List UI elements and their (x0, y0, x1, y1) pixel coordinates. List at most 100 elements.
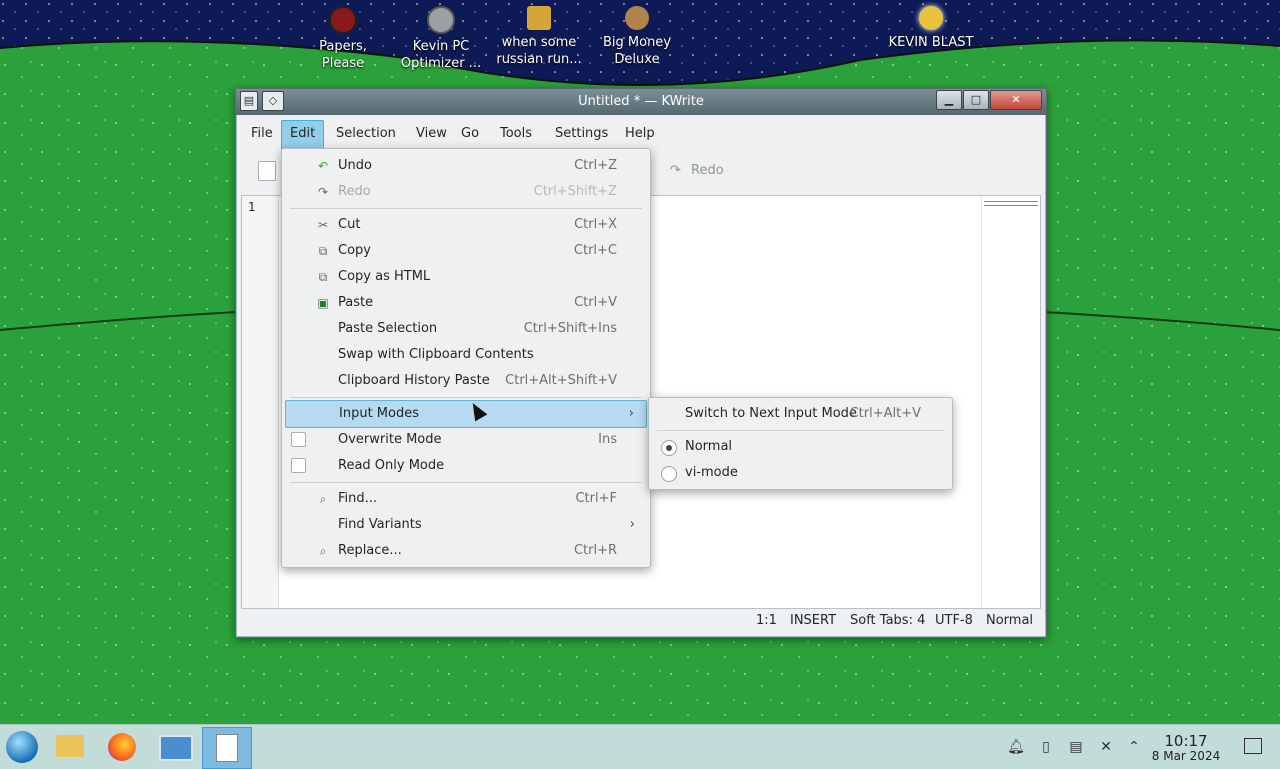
taskbar: 🔔︎ ▯ ▤ ✕ ⌃ 10:17 8 Mar 2024 (0, 724, 1280, 769)
menu-item-label: Normal (685, 439, 733, 454)
notifications-icon[interactable]: 🔔︎ (1006, 737, 1026, 757)
menu-item-shortcut: Ins (598, 432, 617, 447)
taskbar-system-settings[interactable] (150, 727, 198, 767)
desktop-icon-big-money-deluxe[interactable]: Big Money Deluxe (591, 6, 683, 68)
redo-toolbar-label: Redo (691, 163, 724, 178)
menu-settings[interactable]: Settings (547, 120, 616, 148)
start-button[interactable] (0, 727, 48, 767)
menu-item-replace[interactable]: ⌕ Replace... Ctrl+R (285, 538, 647, 564)
menu-item-label: Paste (338, 295, 374, 310)
menu-item-redo[interactable]: ↷ Redo Ctrl+Shift+Z (285, 179, 647, 205)
taskbar-firefox[interactable] (98, 727, 146, 767)
menu-separator (657, 430, 944, 431)
menu-edit[interactable]: Edit (281, 120, 325, 150)
menu-item-undo[interactable]: ↶ Undo Ctrl+Z (285, 153, 647, 179)
vi-mode-radio[interactable] (661, 466, 677, 482)
input-mode-status[interactable]: Normal (986, 613, 1033, 628)
menu-item-find[interactable]: ⌕ Find... Ctrl+F (285, 486, 647, 512)
chevron-right-icon: › (628, 406, 634, 421)
menu-view[interactable]: View (408, 120, 455, 148)
indentation-setting[interactable]: Soft Tabs: 4 (850, 613, 925, 628)
menu-item-overwrite-mode[interactable]: Overwrite Mode Ins (285, 427, 647, 453)
menu-separator (290, 208, 642, 209)
minimap-scrollbar[interactable] (981, 196, 1040, 608)
menu-item-paste-selection[interactable]: Paste Selection Ctrl+Shift+Ins (285, 316, 647, 342)
menu-item-read-only-mode[interactable]: Read Only Mode (285, 453, 647, 479)
menu-go[interactable]: Go (453, 120, 487, 148)
menu-item-copy-as-html[interactable]: ⧉ Copy as HTML (285, 264, 647, 290)
tray-expand-icon[interactable]: ⌃ (1124, 737, 1144, 757)
menu-item-vi-mode[interactable]: vi-mode (652, 460, 949, 486)
menu-item-shortcut: Ctrl+X (574, 217, 617, 232)
menu-item-label: Swap with Clipboard Contents (338, 347, 534, 362)
system-settings-icon (159, 735, 193, 761)
file-manager-icon (56, 735, 84, 757)
normal-mode-radio[interactable] (661, 440, 677, 456)
new-document-icon[interactable] (258, 161, 276, 181)
menu-item-label: vi-mode (685, 465, 738, 480)
show-desktop-button[interactable] (1244, 738, 1262, 754)
cut-icon: ✂ (317, 218, 329, 232)
desktop-icon-kevin-pc-optimizer[interactable]: Kevin PC Optimizer ... (395, 6, 487, 72)
menu-help[interactable]: Help (617, 120, 663, 148)
desktop-icon-kevin-blast[interactable]: KEVIN BLAST (885, 6, 977, 51)
menu-item-label: Undo (338, 158, 372, 173)
menu-item-input-modes[interactable]: Input Modes › (285, 400, 647, 428)
title-bar[interactable]: ▤ ◇ Untitled * — KWrite ▁ □ ✕ (236, 89, 1046, 115)
cursor-position[interactable]: 1:1 (756, 613, 777, 628)
menu-item-label: Replace... (338, 543, 402, 558)
undo-icon: ↶ (317, 159, 329, 173)
clipboard-icon[interactable]: ▤ (1066, 737, 1086, 757)
redo-toolbar-button[interactable]: ↷ Redo (670, 163, 724, 178)
menu-item-label: Find Variants (338, 517, 422, 532)
maximize-button[interactable]: □ (963, 90, 989, 110)
volume-muted-icon[interactable]: ✕ (1096, 737, 1116, 757)
firefox-icon (108, 733, 136, 761)
menu-item-copy[interactable]: ⧉ Copy Ctrl+C (285, 238, 647, 264)
menu-item-label: Input Modes (339, 406, 419, 421)
menu-file[interactable]: File (243, 120, 281, 148)
menu-item-shortcut: Ctrl+R (573, 543, 617, 558)
overwrite-mode-checkbox[interactable] (291, 432, 306, 447)
menu-separator (290, 482, 642, 483)
menu-item-label: Copy (338, 243, 371, 258)
menu-item-label: Overwrite Mode (338, 432, 442, 447)
clock[interactable]: 10:17 8 Mar 2024 (1150, 733, 1222, 763)
menu-item-paste[interactable]: ▣ Paste Ctrl+V (285, 290, 647, 316)
menu-item-switch-input-mode[interactable]: Switch to Next Input Mode Ctrl+Alt+V (652, 401, 949, 427)
edit-menu: ↶ Undo Ctrl+Z ↷ Redo Ctrl+Shift+Z ✂ Cut … (281, 148, 651, 568)
start-orb-icon (6, 731, 38, 763)
encoding[interactable]: UTF-8 (935, 613, 973, 628)
menu-item-normal-mode[interactable]: Normal (652, 434, 949, 460)
menu-item-label: Switch to Next Input Mode (685, 406, 857, 421)
taskbar-kwrite[interactable] (202, 727, 252, 769)
menu-item-shortcut: Ctrl+Shift+Z (533, 184, 617, 199)
money-bag-icon (625, 6, 649, 30)
menu-item-find-variants[interactable]: Find Variants › (285, 512, 647, 538)
menu-item-shortcut: Ctrl+V (574, 295, 617, 310)
menu-item-label: Redo (338, 184, 371, 199)
input-modes-submenu: Switch to Next Input Mode Ctrl+Alt+V Nor… (648, 397, 953, 490)
menu-item-cut[interactable]: ✂ Cut Ctrl+X (285, 212, 647, 238)
menu-item-swap-clipboard[interactable]: Swap with Clipboard Contents (285, 342, 647, 368)
menu-item-label: Paste Selection (338, 321, 438, 336)
menu-item-shortcut: Ctrl+Alt+V (849, 406, 921, 421)
read-only-mode-checkbox[interactable] (291, 458, 306, 473)
menu-item-shortcut: Ctrl+Shift+Ins (523, 321, 617, 336)
kwrite-icon (216, 734, 238, 762)
minimize-button[interactable]: ▁ (936, 90, 962, 110)
edit-mode[interactable]: INSERT (790, 613, 836, 628)
desktop-icon-papers-please[interactable]: Papers, Please (297, 6, 389, 72)
menu-tools[interactable]: Tools (492, 120, 540, 148)
clipboard-manager-icon[interactable]: ▯ (1036, 737, 1056, 757)
desktop-icon-russian-run[interactable]: when some russian run... (493, 6, 585, 68)
desktop-icon-label: Big Money Deluxe (602, 35, 671, 67)
menu-item-clipboard-history-paste[interactable]: Clipboard History Paste Ctrl+Alt+Shift+V (285, 368, 647, 394)
taskbar-file-manager[interactable] (46, 727, 94, 767)
menu-selection[interactable]: Selection (328, 120, 404, 148)
line-number-gutter: 1 (242, 196, 279, 608)
redo-icon: ↷ (670, 163, 681, 178)
close-button[interactable]: ✕ (990, 90, 1042, 110)
menu-item-label: Find... (338, 491, 378, 506)
desktop-icon-label: Kevin PC Optimizer ... (400, 39, 482, 71)
